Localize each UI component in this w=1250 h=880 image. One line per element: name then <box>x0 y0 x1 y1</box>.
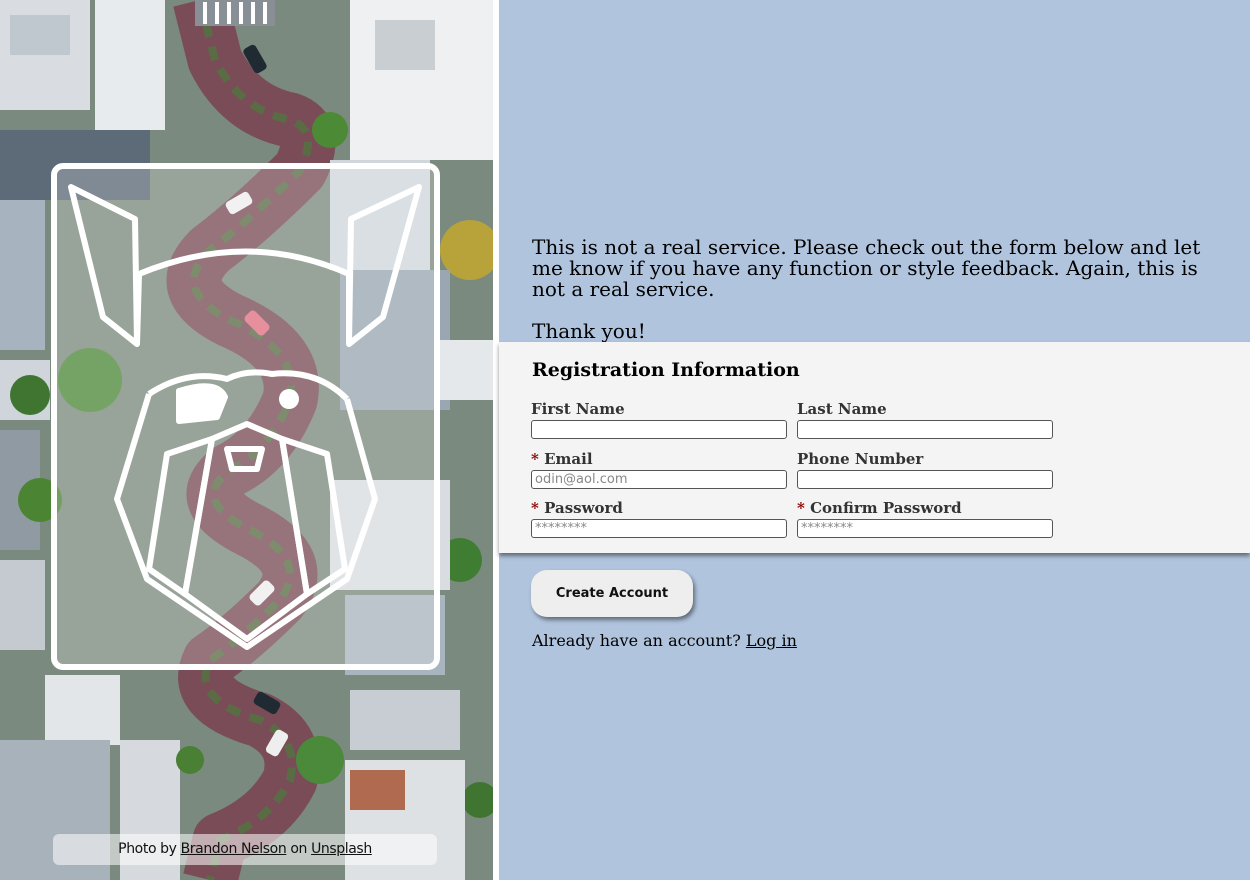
password-field: * Password <box>531 499 787 538</box>
photographer-link[interactable]: Brandon Nelson <box>181 841 287 857</box>
credit-prefix: Photo by <box>118 841 177 857</box>
photo-credit: Photo by Brandon Nelson on Unsplash <box>53 834 437 865</box>
login-prompt: Already have an account? Log in <box>532 631 797 650</box>
password-input[interactable] <box>531 519 787 538</box>
odin-helmet-logo <box>68 184 422 650</box>
first-name-label: First Name <box>531 400 625 418</box>
email-label: * Email <box>531 450 787 468</box>
intro-text: This is not a real service. Please check… <box>532 237 1232 342</box>
last-name-field: Last Name <box>797 400 1053 439</box>
confirm-password-label: * Confirm Password <box>797 499 1053 517</box>
email-label-text: Email <box>544 450 593 468</box>
confirm-password-label-text: Confirm Password <box>810 499 962 517</box>
email-field: * Email <box>531 450 787 489</box>
required-mark: * <box>531 499 539 517</box>
last-name-label: Last Name <box>797 400 887 418</box>
confirm-password-field: * Confirm Password <box>797 499 1053 538</box>
phone-field: Phone Number <box>797 450 1053 489</box>
password-label: * Password <box>531 499 787 517</box>
logo-frame <box>51 163 440 670</box>
intro-message: This is not a real service. Please check… <box>532 235 1201 301</box>
required-mark: * <box>531 450 539 468</box>
first-name-input[interactable] <box>531 420 787 439</box>
registration-form: Registration Information First Name Last… <box>499 342 1250 553</box>
intro-thanks: Thank you! <box>532 319 646 343</box>
confirm-password-input[interactable] <box>797 519 1053 538</box>
phone-input[interactable] <box>797 470 1053 489</box>
email-input[interactable] <box>531 470 787 489</box>
phone-label: Phone Number <box>797 450 924 468</box>
login-prompt-text: Already have an account? <box>532 631 741 650</box>
create-account-button[interactable]: Create Account <box>531 570 693 617</box>
first-name-field: First Name <box>531 400 787 439</box>
credit-mid: on <box>290 841 307 857</box>
required-mark: * <box>797 499 805 517</box>
last-name-input[interactable] <box>797 420 1053 439</box>
hero-panel: Photo by Brandon Nelson on Unsplash <box>0 0 493 880</box>
form-title: Registration Information <box>532 359 800 381</box>
password-label-text: Password <box>544 499 623 517</box>
login-link[interactable]: Log in <box>746 631 797 650</box>
unsplash-link[interactable]: Unsplash <box>311 841 372 857</box>
